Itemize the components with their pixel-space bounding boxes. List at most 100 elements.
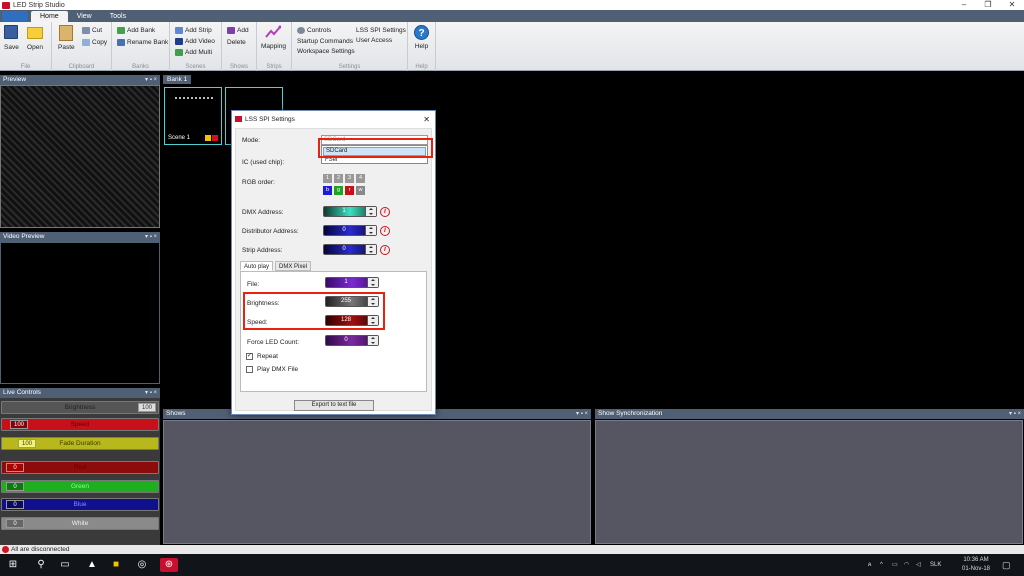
panel-controls[interactable]: ▾ ▪ × [1009,409,1021,419]
fade-duration-slider[interactable]: 100 Fade Duration [1,437,159,450]
group-label-settings: Settings [338,64,361,70]
close-button[interactable]: ✕ [1000,0,1024,10]
preview-panel-header: Preview ▾ ▪ × [0,75,160,85]
force-led-count-value: 0 [344,337,348,343]
add-video-icon [175,38,183,45]
ic-label: IC (used chip): [242,159,285,166]
rename-bank-button[interactable]: Rename Bank [117,39,168,46]
user-access-label: User Access [356,37,393,44]
dmx-address-spinner[interactable]: 1 [323,206,377,217]
add-show-button[interactable]: Add [227,27,249,34]
tab-home[interactable]: Home [31,11,68,22]
window-title: LED Strip Studio [13,1,65,9]
spinner-arrows-icon[interactable] [365,245,376,254]
white-slider[interactable]: 0 White [1,517,159,530]
scene-card[interactable]: Scene 1 [164,87,222,145]
file-spinner[interactable]: 1 [325,277,379,288]
rgb-slot-4[interactable]: 4 [356,174,365,183]
red-slider[interactable]: 0 Red [1,461,159,474]
help-button[interactable]: ? Help [414,25,429,50]
minimize-button[interactable]: – [952,0,976,10]
clock[interactable]: 10:36 AM 01-Nov-18 [962,556,990,574]
dialog-close-button[interactable]: ✕ [423,111,430,128]
rgb-red[interactable]: r [345,186,354,195]
delete-icon[interactable] [212,135,218,141]
copy-button[interactable]: Copy [82,39,107,46]
add-video-button[interactable]: Add Video [175,38,215,45]
rgb-slot-2[interactable]: 2 [334,174,343,183]
brightness-value: 100 [138,403,156,412]
copy-icon [82,39,90,46]
notifications-icon[interactable]: ▢ [1002,554,1011,576]
volume-icon[interactable]: ◁ [916,554,921,576]
media-app-icon[interactable]: ◎ [134,558,150,572]
rgb-white[interactable]: w [356,186,365,195]
open-button[interactable]: Open [27,25,43,51]
force-led-count-spinner[interactable]: 0 [325,335,379,346]
spinner-arrows-icon[interactable] [367,336,378,345]
panel-controls[interactable]: ▾ ▪ × [576,409,588,419]
spinner-arrows-icon[interactable] [365,207,376,216]
add-multi-button[interactable]: Add Multi [175,49,212,56]
tray-arrow-icon[interactable]: ^ [880,554,883,576]
app-icon [2,1,10,9]
white-label: White [71,520,89,527]
workspace-settings-button[interactable]: Workspace Settings [297,48,355,55]
photos-app-icon[interactable]: ▲ [84,558,100,572]
bank-tab[interactable]: Bank 1 [163,75,192,84]
tab-tools[interactable]: Tools [101,11,135,22]
cut-button[interactable]: Cut [82,27,102,34]
user-access-button[interactable]: User Access [356,37,392,44]
play-dmx-file-checkbox[interactable] [246,366,253,373]
lss-spi-settings-button[interactable]: LSS SPI Settings [356,27,406,34]
panel-controls[interactable]: ▾ ▪ × [145,388,157,398]
search-icon[interactable]: ⚲ [34,558,48,572]
maximize-button[interactable]: ❐ [976,0,1000,10]
people-icon[interactable]: ጰ [868,554,872,576]
network-icon[interactable]: ▭ [892,554,898,576]
controls-button[interactable]: Controls [297,27,331,34]
green-slider[interactable]: 0 Green [1,480,159,493]
repeat-checkbox[interactable]: ✓ [246,353,253,360]
edit-icon[interactable] [205,135,211,141]
mapping-button[interactable]: Mapping [261,25,286,50]
spinner-arrows-icon[interactable] [365,226,376,235]
delete-show-button[interactable]: Delete [227,39,246,46]
speed-slider[interactable]: 100 Speed [1,418,159,431]
led-strip-studio-taskbar-icon[interactable]: ⊛ [160,558,178,572]
add-strip-button[interactable]: Add Strip [175,27,212,34]
strip-info-icon[interactable]: i [380,245,390,255]
distributor-address-spinner[interactable]: 0 [323,225,377,236]
app-menu-button[interactable] [2,11,28,21]
paste-button[interactable]: Paste [58,25,75,51]
rgb-green[interactable]: g [334,186,343,195]
startup-commands-button[interactable]: Startup Commands [297,38,353,45]
open-icon [27,27,43,39]
distributor-info-icon[interactable]: i [380,226,390,236]
tab-auto-play[interactable]: Auto play [240,261,274,271]
file-explorer-icon[interactable]: ■ [108,558,124,572]
blue-slider[interactable]: 0 Blue [1,498,159,511]
panel-controls[interactable]: ▾ ▪ × [145,75,157,85]
brightness-label: Brightness [64,404,96,411]
show-sync-header: Show Synchronization ▾ ▪ × [595,409,1024,419]
save-button[interactable]: Save [4,25,19,51]
add-show-icon [227,27,235,34]
add-bank-button[interactable]: Add Bank [117,27,155,34]
strip-address-spinner[interactable]: 0 [323,244,377,255]
rgb-slot-1[interactable]: 1 [323,174,332,183]
export-to-text-file-button[interactable]: Export to text file [294,400,374,411]
rgb-slot-3[interactable]: 3 [345,174,354,183]
task-view-icon[interactable]: ▭ [58,558,72,572]
panel-controls[interactable]: ▾ ▪ × [145,232,157,242]
wifi-icon[interactable]: ◠ [904,554,909,576]
tab-view[interactable]: View [68,11,101,22]
brightness-slider[interactable]: Brightness 100 [1,401,159,414]
save-icon [4,25,19,39]
spinner-arrows-icon[interactable] [367,278,378,287]
rgb-blue[interactable]: b [323,186,332,195]
windows-start-icon[interactable]: ⊞ [6,558,20,572]
dmx-info-icon[interactable]: i [380,207,390,217]
language-indicator[interactable]: SLK [930,554,941,576]
tab-dmx-pixel[interactable]: DMX Pixel [275,261,312,271]
